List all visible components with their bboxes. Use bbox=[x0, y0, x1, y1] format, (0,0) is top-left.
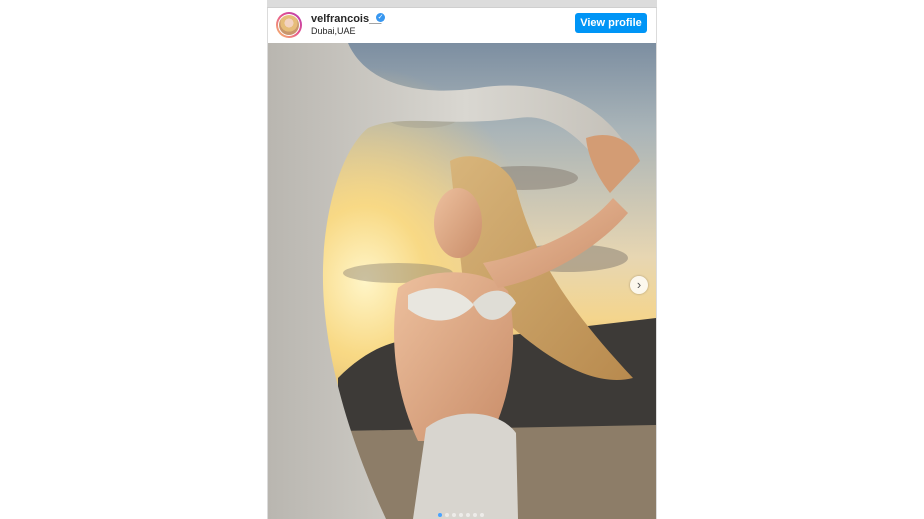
carousel-dot[interactable] bbox=[452, 513, 456, 517]
instagram-embed: velfrancois__ ✓ Dubai,UAE View profile › bbox=[267, 8, 657, 519]
post-header: velfrancois__ ✓ Dubai,UAE View profile bbox=[268, 8, 656, 43]
woman-face bbox=[434, 188, 482, 258]
chevron-right-icon: › bbox=[636, 277, 642, 292]
profile-avatar[interactable] bbox=[276, 12, 302, 38]
verified-badge-icon: ✓ bbox=[376, 13, 385, 22]
white-skirt bbox=[413, 413, 518, 519]
avatar-ring bbox=[278, 14, 300, 36]
carousel-dot[interactable] bbox=[473, 513, 477, 517]
carousel-dot[interactable] bbox=[466, 513, 470, 517]
carousel-dot[interactable] bbox=[480, 513, 484, 517]
photo-illustration bbox=[268, 43, 656, 519]
carousel-dot[interactable] bbox=[445, 513, 449, 517]
avatar-image bbox=[279, 15, 299, 35]
next-slide-button[interactable]: › bbox=[630, 276, 648, 294]
carousel-dot-active[interactable] bbox=[438, 513, 442, 517]
username[interactable]: velfrancois__ bbox=[311, 13, 381, 25]
carousel-dot[interactable] bbox=[459, 513, 463, 517]
location-label[interactable]: Dubai,UAE bbox=[311, 26, 356, 36]
carousel-dots bbox=[438, 513, 484, 518]
browser-top-strip bbox=[267, 0, 657, 8]
post-photo[interactable]: › bbox=[268, 43, 656, 519]
view-profile-button[interactable]: View profile bbox=[575, 13, 647, 33]
